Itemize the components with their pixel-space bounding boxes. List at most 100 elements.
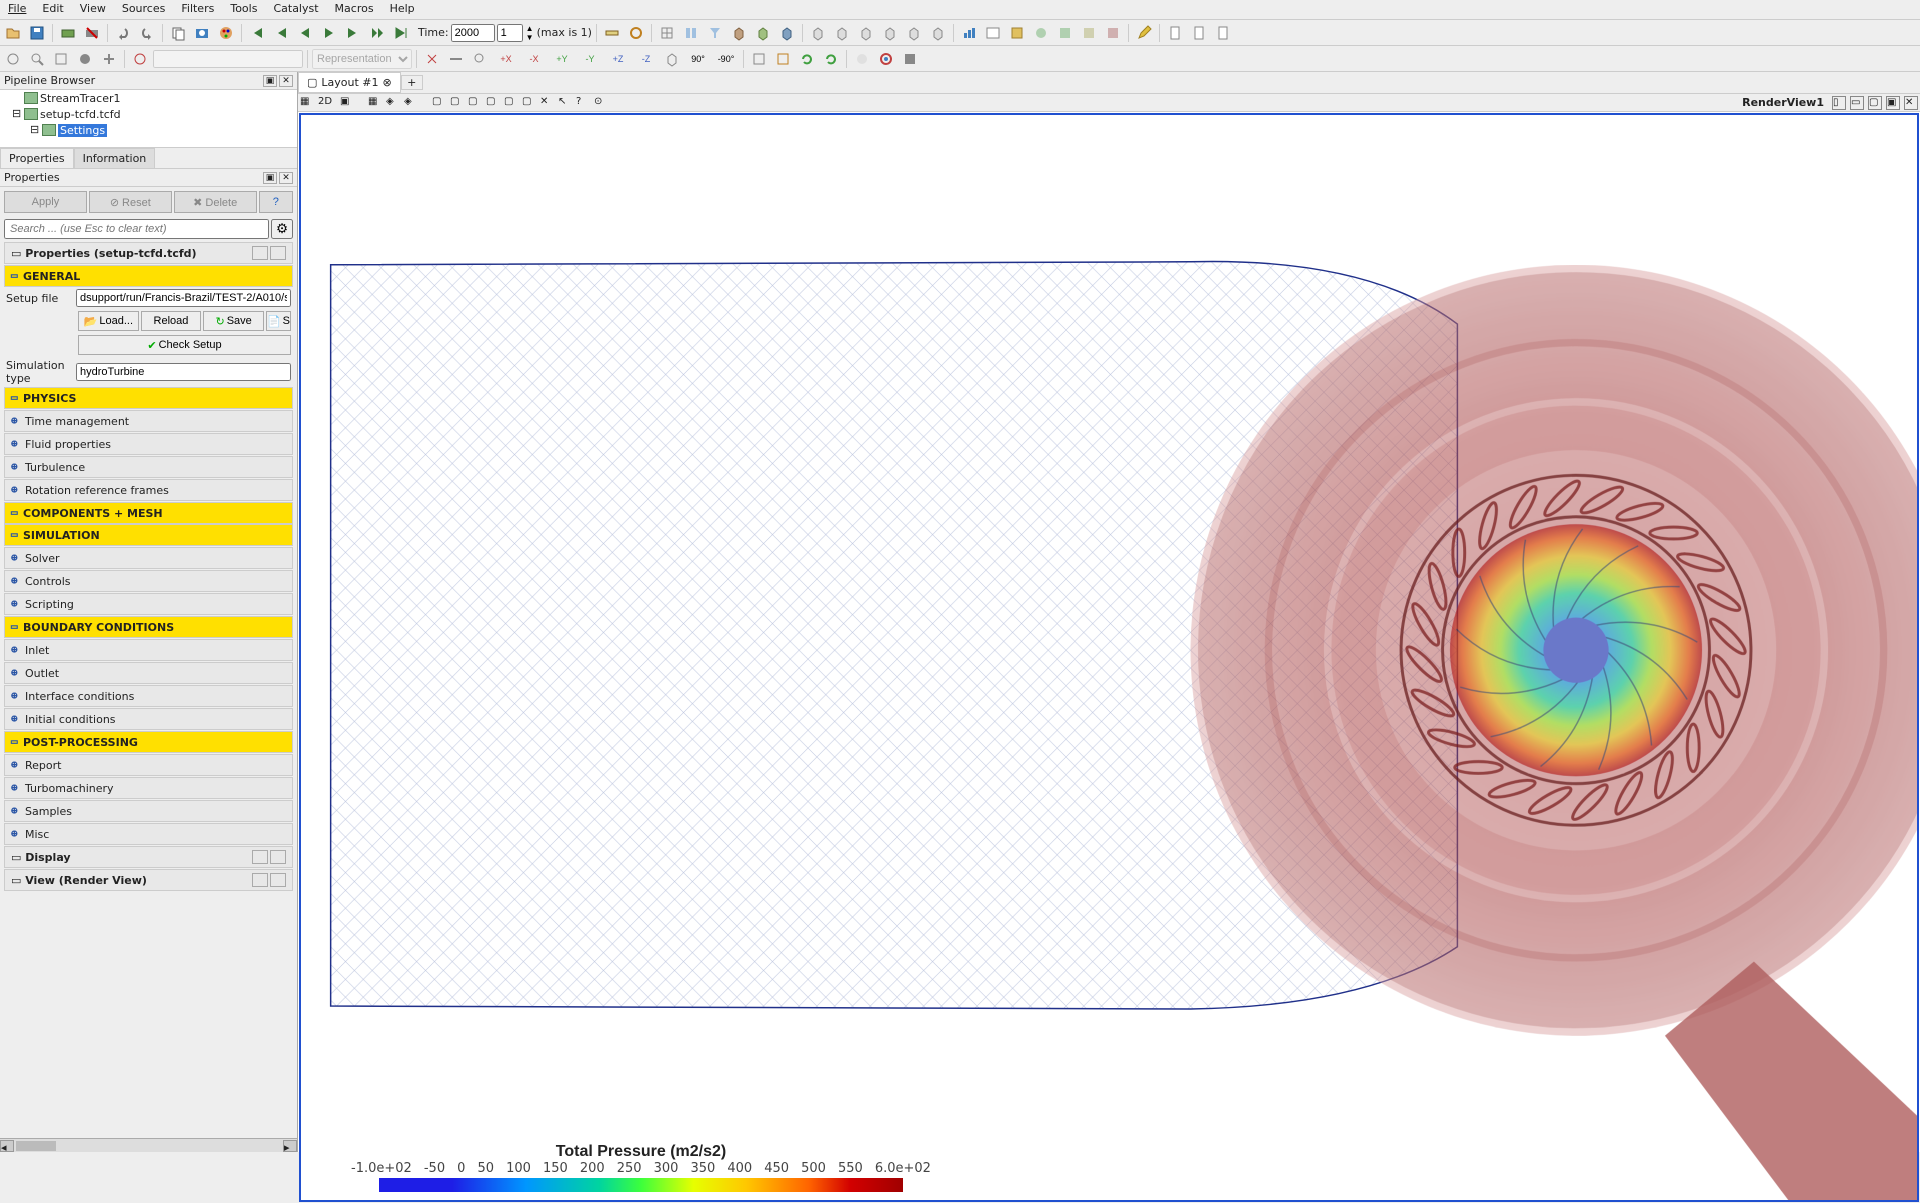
apply-button[interactable]: Apply	[4, 191, 87, 213]
item-scripting[interactable]: ⊕Scripting	[4, 593, 293, 615]
item-inlet[interactable]: ⊕Inlet	[4, 639, 293, 661]
time-step-updown[interactable]: ▲▼	[525, 22, 535, 44]
cube5-icon[interactable]	[831, 22, 853, 44]
cfd3-icon[interactable]	[1078, 22, 1100, 44]
doc1-icon[interactable]	[1164, 22, 1186, 44]
item-outlet[interactable]: ⊕Outlet	[4, 662, 293, 684]
doc2-icon[interactable]	[1188, 22, 1210, 44]
render-btn-5[interactable]: ◈	[404, 96, 418, 110]
mode3-icon[interactable]	[98, 48, 120, 70]
paste-view-icon[interactable]	[270, 873, 286, 887]
tab-information[interactable]: Information	[74, 148, 156, 168]
item-turbomachinery[interactable]: ⊕Turbomachinery	[4, 777, 293, 799]
filter2-icon[interactable]	[704, 22, 726, 44]
menu-view[interactable]: View	[72, 0, 114, 19]
play-reverse-icon[interactable]	[294, 22, 316, 44]
sim-type-input[interactable]	[76, 363, 291, 381]
refresh1-icon[interactable]	[796, 48, 818, 70]
help-button[interactable]: ?	[259, 191, 293, 213]
item-fluid-properties[interactable]: ⊕Fluid properties	[4, 433, 293, 455]
copy-display-icon[interactable]	[252, 850, 268, 864]
next-frame-icon[interactable]	[342, 22, 364, 44]
mode2-icon[interactable]	[74, 48, 96, 70]
render-btn-9[interactable]: ▢	[486, 96, 500, 110]
item-interface-conditions[interactable]: ⊕Interface conditions	[4, 685, 293, 707]
set-ny-icon[interactable]: -Y	[577, 48, 603, 70]
delete-button[interactable]: ✖Delete	[174, 191, 257, 213]
cube4-icon[interactable]	[807, 22, 829, 44]
item-solver[interactable]: ⊕Solver	[4, 547, 293, 569]
reload-button[interactable]: Reload	[141, 311, 202, 331]
probe-icon[interactable]	[625, 22, 647, 44]
menu-edit[interactable]: Edit	[34, 0, 71, 19]
axis-x-icon[interactable]	[421, 48, 443, 70]
render-btn-13[interactable]: ↖	[558, 96, 572, 110]
grid-icon[interactable]	[656, 22, 678, 44]
screenshot-icon[interactable]	[191, 22, 213, 44]
open-icon[interactable]	[2, 22, 24, 44]
copy-view-icon[interactable]	[252, 873, 268, 887]
render-2d-toggle[interactable]: 2D	[318, 96, 336, 110]
item-report[interactable]: ⊕Report	[4, 754, 293, 776]
section-boundary-conditions[interactable]: ▭BOUNDARY CONDITIONS	[4, 616, 293, 638]
item-samples[interactable]: ⊕Samples	[4, 800, 293, 822]
render-btn-3[interactable]: ▦	[368, 96, 382, 110]
render-btn-1[interactable]: ▦	[300, 96, 314, 110]
cube1-icon[interactable]	[728, 22, 750, 44]
rotate-icon[interactable]	[129, 48, 151, 70]
item-initial-conditions[interactable]: ⊕Initial conditions	[4, 708, 293, 730]
save-icon[interactable]	[26, 22, 48, 44]
expand-icon[interactable]: ⊟	[30, 123, 42, 137]
item-controls[interactable]: ⊕Controls	[4, 570, 293, 592]
menu-macros[interactable]: Macros	[327, 0, 382, 19]
menu-help[interactable]: Help	[382, 0, 423, 19]
set-nz-icon[interactable]: -Z	[633, 48, 659, 70]
layout-tab-1[interactable]: ▢ Layout #1 ⊗	[298, 72, 401, 93]
rot90-icon[interactable]: 90°	[685, 48, 711, 70]
ss-icon[interactable]	[982, 22, 1004, 44]
render-view[interactable]: Total Pressure (m2/s2) -1.0e+02-50050100…	[299, 113, 1919, 1202]
panel-undock-icon[interactable]: ▣	[263, 172, 277, 184]
set-z-icon[interactable]: +Z	[605, 48, 631, 70]
menu-tools[interactable]: Tools	[222, 0, 265, 19]
cube3-icon[interactable]	[776, 22, 798, 44]
paste-props-icon[interactable]	[270, 246, 286, 260]
chart-icon[interactable]	[958, 22, 980, 44]
menu-filters[interactable]: Filters	[173, 0, 222, 19]
render-btn-8[interactable]: ▢	[468, 96, 482, 110]
ruler-icon[interactable]	[601, 22, 623, 44]
render-btn-2[interactable]: ▣	[340, 96, 354, 110]
load-button[interactable]: 📂 Load...	[78, 311, 139, 331]
cfd2-icon[interactable]	[1054, 22, 1076, 44]
disconnect-icon[interactable]	[81, 22, 103, 44]
prev-frame-icon[interactable]	[270, 22, 292, 44]
rotn90-icon[interactable]: -90°	[713, 48, 739, 70]
time-step-input[interactable]	[497, 24, 523, 42]
panel-undock-icon[interactable]: ▣	[263, 75, 277, 87]
menu-catalyst[interactable]: Catalyst	[265, 0, 326, 19]
display-header[interactable]: ▭ Display	[4, 846, 293, 868]
copy-icon[interactable]	[167, 22, 189, 44]
cube9-icon[interactable]	[927, 22, 949, 44]
copy-props-icon[interactable]	[252, 246, 268, 260]
palette-icon[interactable]	[215, 22, 237, 44]
undo-icon[interactable]	[112, 22, 134, 44]
tree-item-setup[interactable]: setup-tcfd.tcfd	[40, 108, 121, 121]
close-view-icon[interactable]: ✕	[1904, 96, 1918, 110]
item-misc[interactable]: ⊕Misc	[4, 823, 293, 845]
render-btn-12[interactable]: ✕	[540, 96, 554, 110]
setup-file-input[interactable]	[76, 289, 291, 307]
zoomsel-icon[interactable]	[772, 48, 794, 70]
cube2-icon[interactable]	[752, 22, 774, 44]
play-icon[interactable]	[318, 22, 340, 44]
cube7-icon[interactable]	[879, 22, 901, 44]
representation-select[interactable]: Representation	[312, 49, 412, 69]
s-button[interactable]: 📄S	[266, 311, 291, 331]
horizontal-scrollbar[interactable]: ◂▸	[0, 1138, 297, 1152]
section-general[interactable]: ▭GENERAL	[4, 265, 293, 287]
render-btn-6[interactable]: ▢	[432, 96, 446, 110]
menu-sources[interactable]: Sources	[114, 0, 174, 19]
paste-display-icon[interactable]	[270, 850, 286, 864]
render-btn-14[interactable]: ?	[576, 96, 590, 110]
properties-main-header[interactable]: ▭ Properties (setup-tcfd.tcfd)	[4, 242, 293, 264]
